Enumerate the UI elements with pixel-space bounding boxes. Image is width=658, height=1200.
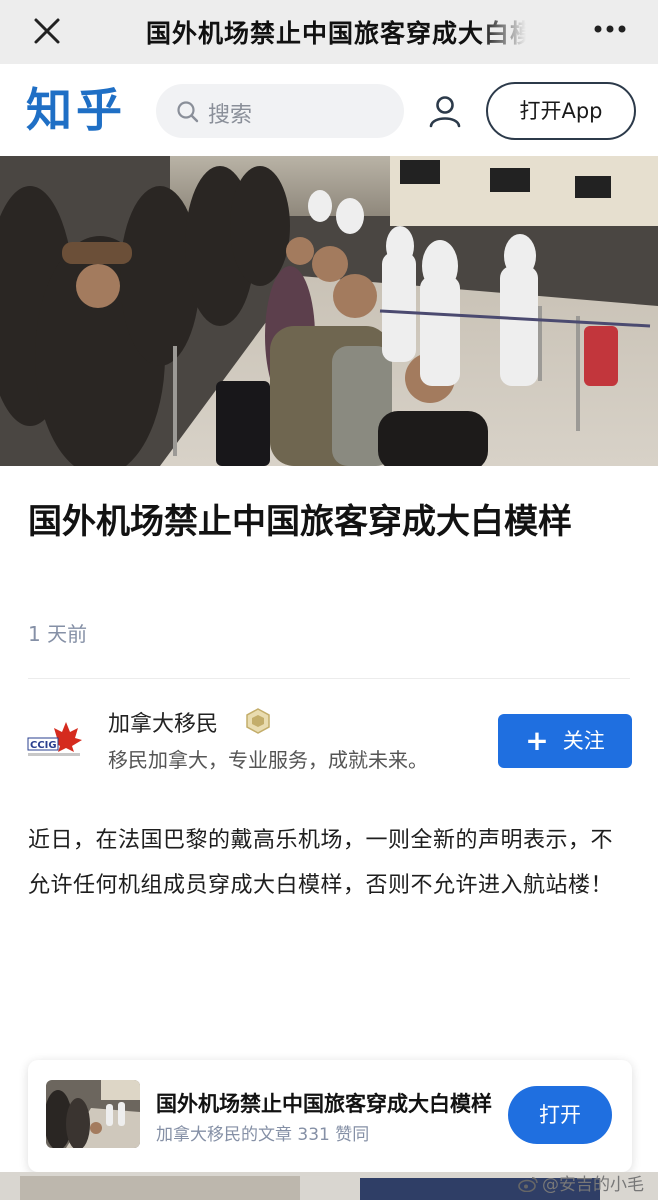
author-name[interactable]: 加拿大移民 [108,706,218,738]
close-icon[interactable] [30,14,64,48]
plus-icon: + [525,724,549,757]
search-placeholder: 搜索 [208,103,253,128]
follow-label: 关注 [562,729,605,753]
author-description: 移民加拿大，专业服务，成就未来。 [108,748,428,772]
divider [28,678,630,679]
article-hero-image [0,156,658,466]
weibo-icon [518,1177,538,1192]
window-title: 国外机场禁止中国旅客穿成大白模样 [146,19,526,48]
user-icon[interactable] [428,94,462,128]
open-in-app-card[interactable]: 国外机场禁止中国旅客穿成大白模样 加拿大移民的文章 331 赞同 打开 [28,1060,632,1172]
airport-queue-photo [0,156,658,466]
open-app-button[interactable]: 打开App [486,82,636,140]
search-icon [177,101,199,123]
window-title-bar: 国外机场禁止中国旅客穿成大白模样 [0,0,658,64]
author-avatar[interactable]: CCIG [26,718,86,762]
card-meta: 加拿大移民的文章 331 赞同 [156,1125,370,1145]
card-title: 国外机场禁止中国旅客穿成大白模样 [156,1092,492,1116]
article-title: 国外机场禁止中国旅客穿成大白模样 [28,502,572,542]
svg-text:CCIG: CCIG [30,740,57,751]
watermark: @安吉的小毛 [518,1170,644,1195]
card-open-button[interactable]: 打开 [508,1086,612,1144]
site-header: 知乎 搜索 打开App [0,64,658,156]
article-date: 1 天前 [28,622,88,646]
article-body: 近日，在法国巴黎的戴高乐机场，一则全新的声明表示，不允许任何机组成员穿成大白模样… [28,828,614,898]
verified-badge-icon [246,708,270,734]
watermark-text: @安吉的小毛 [542,1175,644,1195]
follow-button[interactable]: + 关注 [498,714,632,768]
zhihu-logo[interactable]: 知乎 [26,82,126,138]
card-thumbnail [46,1080,140,1148]
search-box[interactable]: 搜索 [156,84,404,138]
more-dots-icon[interactable] [592,22,628,36]
